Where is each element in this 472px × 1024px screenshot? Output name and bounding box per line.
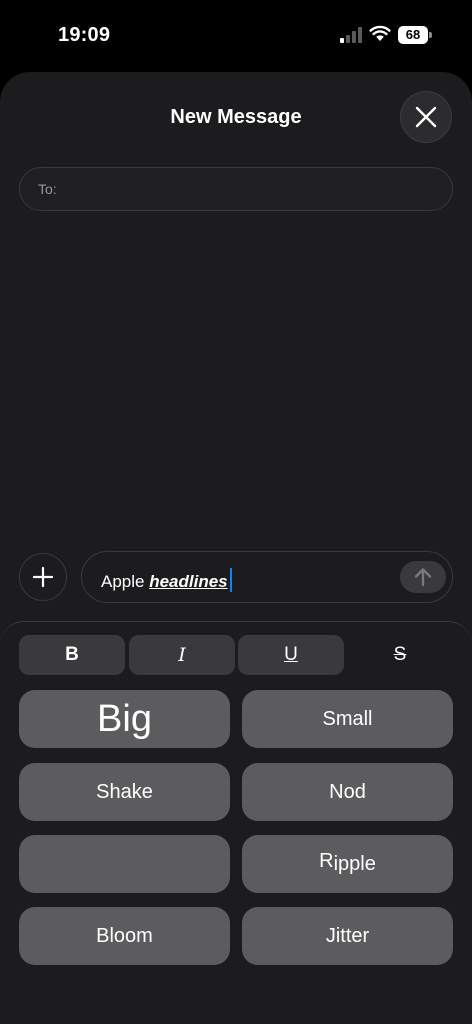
wifi-icon [369,25,391,41]
battery-level: 68 [398,26,428,44]
close-icon [415,106,437,128]
effect-explode-button[interactable] [19,835,230,893]
send-button[interactable] [400,561,446,593]
effect-bloom-button[interactable]: Bloom [19,907,230,965]
plus-icon [32,566,54,588]
effect-nod-button[interactable]: Nod [242,763,453,821]
effect-shake-button[interactable]: Shake [19,763,230,821]
effect-ripple-button[interactable]: Ripple [242,835,453,893]
message-plain-text: Apple [101,572,150,591]
close-button[interactable] [400,91,452,143]
effect-ripple-rest: ipple [333,852,376,875]
status-bar: 19:09 68 [0,0,472,70]
arrow-up-icon [414,568,432,587]
recipient-field[interactable]: To: [19,167,453,211]
text-caret [229,568,232,592]
text-formatting-panel: B I U S Big Small Shake Nod Ripple Bloom… [0,621,472,1024]
effect-small-button[interactable]: Small [242,690,453,748]
effect-big-button[interactable]: Big [19,690,230,748]
cellular-signal-icon [340,26,364,43]
strikethrough-button[interactable]: S [347,635,453,675]
message-input[interactable]: Apple headlines [81,551,453,603]
new-message-sheet: New Message To: Apple headlines B I U S … [0,72,472,1024]
italic-button[interactable]: I [129,635,235,675]
add-attachment-button[interactable] [19,553,67,601]
underline-button[interactable]: U [238,635,344,675]
message-styled-text: headlines [149,572,228,591]
effect-jitter-button[interactable]: Jitter [242,907,453,965]
message-text: Apple headlines [101,568,232,592]
battery-icon: 68 [398,26,432,44]
effect-ripple-first-letter: R [319,849,334,872]
recipient-label: To: [38,181,57,197]
status-time: 19:09 [58,24,111,46]
bold-button[interactable]: B [19,635,125,675]
